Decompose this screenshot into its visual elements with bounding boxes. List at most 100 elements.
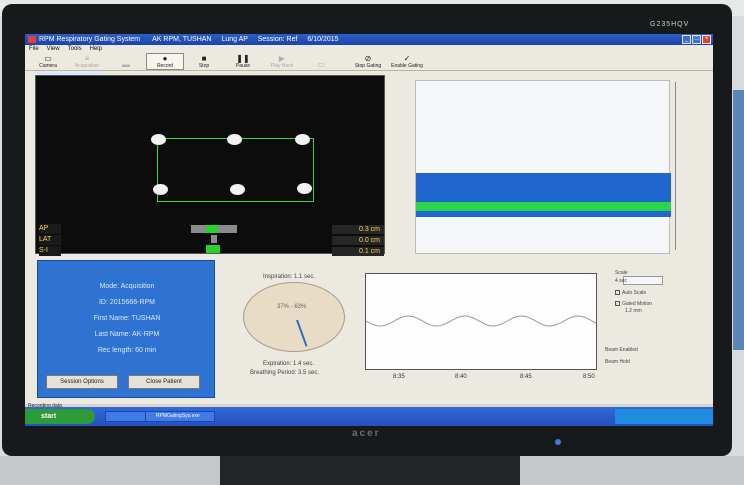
treatment-site: Lung AP xyxy=(221,36,248,43)
checkbox-checked-icon: ✓ xyxy=(615,290,620,295)
stop-gating-icon: ⊘ xyxy=(364,54,372,63)
toolbar-label: Acquisition xyxy=(74,63,100,69)
stop-button[interactable]: ■ Stop xyxy=(185,53,223,70)
lat-value: 0.0 cm xyxy=(332,236,384,245)
record-icon: ● xyxy=(162,54,168,63)
minimize-icon[interactable]: _ xyxy=(682,35,691,44)
respiratory-trace xyxy=(365,273,597,370)
marker-dot xyxy=(227,134,242,145)
axis-label-lat: LAT xyxy=(39,235,61,245)
menu-file[interactable]: File xyxy=(29,45,39,53)
monitor-stand xyxy=(220,456,520,485)
screen: RPM Respiratory Gating System AK RPM, TU… xyxy=(25,34,713,426)
monitor-model: G235HQV xyxy=(650,21,690,28)
axis-label-si: S-I xyxy=(39,246,61,256)
play-back-icon: ▶ xyxy=(278,54,286,63)
marker-dot xyxy=(230,184,245,195)
time-tick: 8:40 xyxy=(455,374,467,380)
start-button[interactable]: start xyxy=(25,409,95,424)
toolbar-label: Pause xyxy=(235,63,251,69)
window-title: RPM Respiratory Gating System xyxy=(39,36,141,43)
play-back-button[interactable]: ▶ Play Back xyxy=(263,53,301,70)
si-position-indicator xyxy=(206,245,220,253)
enable-gating-icon: ✓ xyxy=(403,54,411,63)
app-icon xyxy=(28,36,36,43)
menu-help[interactable]: Help xyxy=(90,45,102,53)
close-icon[interactable]: × xyxy=(702,35,711,44)
menu-tools[interactable]: Tools xyxy=(68,45,82,53)
toolbar-label: Enable Gating xyxy=(391,63,423,69)
marker-dot xyxy=(297,183,312,194)
toolbar-slot-7-button[interactable]: ▭ xyxy=(302,53,340,70)
time-tick: 8:45 xyxy=(520,374,532,380)
camera-icon: ▭ xyxy=(44,54,52,63)
gating-axis xyxy=(675,82,676,250)
ap-value: 0.3 cm xyxy=(332,225,384,234)
record-button[interactable]: ● Record xyxy=(146,53,184,70)
toolbar-slot-2-button[interactable]: ▬ xyxy=(107,53,145,70)
beam-hold-label: Beam Hold xyxy=(605,359,630,365)
auto-scale-label: Auto Scale xyxy=(622,290,647,296)
marker-dot xyxy=(151,134,166,145)
pause-icon: ❚❚ xyxy=(236,54,250,63)
toolbar-label: Play Back xyxy=(270,63,294,69)
system-tray xyxy=(615,409,713,424)
lat-position-bar xyxy=(211,235,217,243)
checkbox-checked-icon: ✓ xyxy=(615,301,620,306)
menu-bar: File View Tools Help xyxy=(25,45,713,53)
stop-gating-button[interactable]: ⊘ Stop Gating xyxy=(349,53,387,70)
close-patient-button[interactable]: Close Patient xyxy=(128,375,200,389)
mode-text: Mode: Acquisition xyxy=(99,283,155,290)
marker-dot xyxy=(295,134,310,145)
gating-display-panel xyxy=(415,80,671,254)
scale-value: 4 sec xyxy=(615,278,627,284)
expiration-text: Expiration: 1.4 sec. xyxy=(263,361,315,367)
menu-view[interactable]: View xyxy=(47,45,60,53)
auto-scale-checkbox[interactable]: ✓ Auto Scale xyxy=(615,290,646,296)
respiratory-waveform xyxy=(365,315,597,327)
adjacent-screen xyxy=(733,90,744,350)
inspiration-text: Inspiration: 1.1 sec. xyxy=(263,274,316,280)
scale-spinner[interactable] xyxy=(623,276,663,285)
enable-gating-button[interactable]: ✓ Enable Gating xyxy=(388,53,426,70)
stop-icon: ■ xyxy=(201,54,207,63)
ap-position-indicator xyxy=(206,225,218,233)
time-tick: 8:50 xyxy=(583,374,595,380)
dial-phase-range: 37% - 63% xyxy=(277,304,307,310)
toolbar-slot-2-icon: ▬ xyxy=(122,60,130,69)
patient-id: ID: 2015666-RPM xyxy=(98,299,156,306)
si-value: 0.1 cm xyxy=(332,247,384,256)
power-led-icon xyxy=(555,439,561,445)
acquisition-button[interactable]: ≡ Acquisition xyxy=(68,53,106,70)
title-bar: RPM Respiratory Gating System AK RPM, TU… xyxy=(25,34,713,45)
acquisition-icon: ≡ xyxy=(84,54,90,63)
session-date: 6/10/2015 xyxy=(307,36,339,43)
taskbar-item-rpm[interactable]: RPMGatingSys.exe xyxy=(145,411,215,422)
dial-needle xyxy=(296,319,308,347)
marker-block-outline xyxy=(151,134,314,202)
toolbar-slot-7-icon: ▭ xyxy=(317,60,325,69)
toolbar-label: Camera xyxy=(39,63,57,69)
gated-motion-label: Gated Motion xyxy=(622,301,653,307)
patient-name: AK RPM, TUSHAN xyxy=(152,36,212,43)
maximize-icon[interactable]: □ xyxy=(692,35,701,44)
gated-motion-checkbox[interactable]: ✓ Gated Motion xyxy=(615,301,652,307)
patient-info-panel: Mode: Acquisition ID: 2015666-RPM First … xyxy=(37,260,215,398)
toolbar: ▭ Camera ≡ Acquisition ▬ ● Record ■ Stop ❚❚ Pause ▶… xyxy=(25,53,713,71)
last-name: Last Name: AK-RPM xyxy=(94,331,160,338)
pause-button[interactable]: ❚❚ Pause xyxy=(224,53,262,70)
record-length: Rec length: 60 min xyxy=(97,347,157,354)
toolbar-label: Stop Gating xyxy=(354,63,382,69)
breathing-period-text: Breathing Period: 3.5 sec. xyxy=(250,370,320,376)
first-name: First Name: TUSHAN xyxy=(93,315,161,322)
gating-threshold-line xyxy=(416,202,671,211)
axis-label-ap: AP xyxy=(39,224,61,234)
window-controls: _ □ × xyxy=(682,35,711,44)
camera-video-panel: AP LAT S-I 0.3 cm 0.0 cm 0.1 cm xyxy=(35,75,385,256)
session-label: Session: Ref xyxy=(257,36,298,43)
monitor-logo: acer xyxy=(352,428,381,439)
marker-dot xyxy=(153,184,168,195)
session-options-button[interactable]: Session Options xyxy=(46,375,118,389)
breathing-phase-dial: 37% - 63% xyxy=(243,282,345,352)
camera-button[interactable]: ▭ Camera xyxy=(29,53,67,70)
